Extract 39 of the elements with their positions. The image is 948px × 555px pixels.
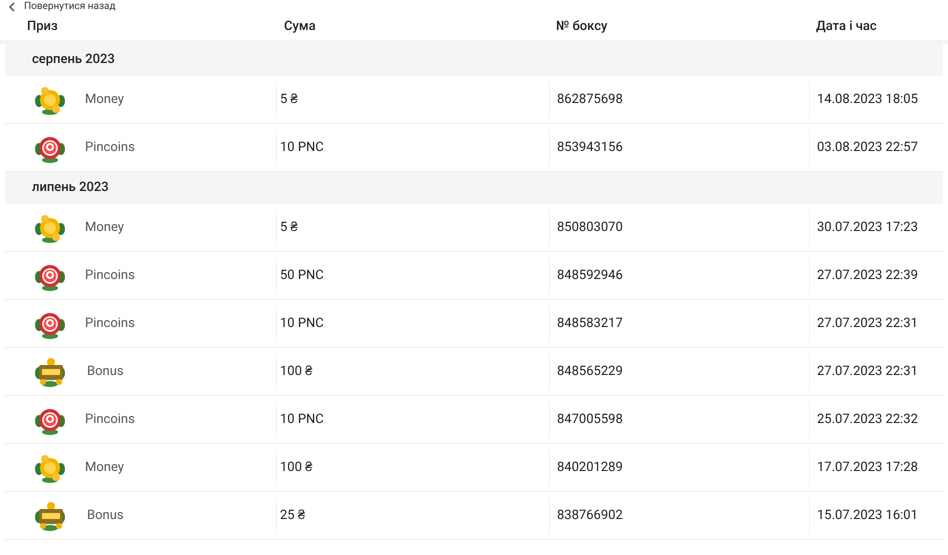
column-header: Приз — [26, 18, 59, 36]
table-cell: 847005598 — [549, 402, 813, 438]
table-cell: 5 ₴ — [276, 210, 553, 246]
month-group-header: серпень 2023 — [5, 44, 943, 76]
coins-icon — [34, 84, 66, 114]
coins-icon — [34, 452, 66, 482]
column-header: Дата і час — [815, 18, 878, 36]
table-cell-text: Pincoins — [85, 138, 135, 157]
table-cell: 25 ₴ — [276, 498, 553, 534]
table-cell: 838766902 — [549, 498, 813, 534]
table-cell-text: Bonus — [87, 362, 124, 381]
column-header: Сума — [283, 18, 317, 36]
table-cell: 100 ₴ — [276, 354, 553, 390]
table-cell: 848583217 — [549, 306, 813, 342]
table-cell: 848565229 — [549, 354, 813, 390]
table-cell: 840201289 — [549, 450, 813, 486]
table-cell-text: Money — [85, 218, 124, 237]
table-cell: 10 PNC — [276, 306, 553, 342]
back-link[interactable]: Повернутися назад — [24, 2, 116, 12]
table-cell-text: Pincoins — [85, 266, 135, 285]
table-cell: 862875698 — [549, 82, 813, 118]
table-cell: 848592946 — [549, 258, 813, 294]
treasure-chest-icon — [34, 356, 68, 386]
coins-icon — [34, 212, 66, 242]
table-cell: 10 PNC — [276, 130, 553, 166]
table-cell: 850803070 — [549, 210, 813, 246]
treasure-chest-icon — [34, 500, 68, 530]
month-group-header: липень 2023 — [5, 172, 943, 204]
table-cell-text: Money — [85, 458, 124, 477]
table-cell-text: Bonus — [87, 506, 124, 525]
table-cell: 853943156 — [549, 130, 813, 166]
column-header: № боксу — [555, 18, 608, 36]
table-cell-text: Money — [85, 90, 124, 109]
table-cell: 5 ₴ — [276, 82, 553, 118]
table-cell: 10 PNC — [276, 402, 553, 438]
table-cell: 50 PNC — [276, 258, 553, 294]
table-cell-text: Pincoins — [85, 410, 135, 429]
table-cell: 100 ₴ — [276, 450, 553, 486]
table-cell-text: Pincoins — [85, 314, 135, 333]
